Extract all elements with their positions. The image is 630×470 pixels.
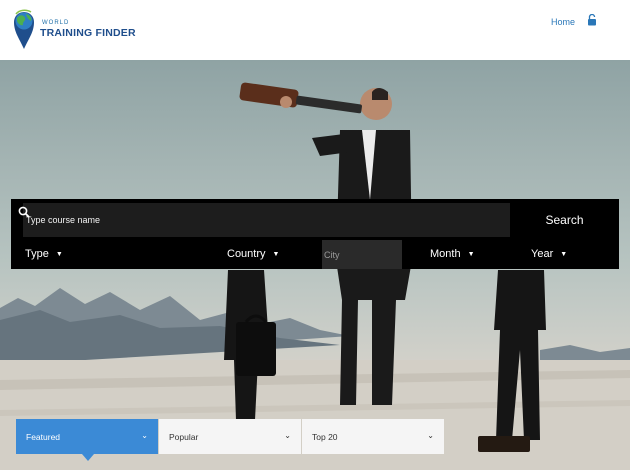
tab-popular-label: Popular [169, 431, 199, 442]
tab-top-20[interactable]: Top 20 ⌄ [302, 419, 444, 454]
logo[interactable]: WORLD TRAINING FINDER [12, 8, 136, 50]
tab-top-20-label: Top 20 [312, 431, 338, 442]
year-dropdown[interactable]: Year ▼ [531, 240, 567, 268]
lock-open-icon[interactable] [587, 14, 597, 26]
site-header: WORLD TRAINING FINDER Home [0, 0, 630, 60]
globe-pin-icon [14, 9, 34, 49]
month-dropdown[interactable]: Month ▼ [430, 240, 475, 268]
tab-featured[interactable]: Featured ⌄ [16, 419, 158, 454]
active-tab-pointer [82, 454, 94, 461]
course-search-input[interactable] [23, 203, 510, 237]
caret-down-icon: ▼ [560, 250, 568, 258]
nav-home-link[interactable]: Home [551, 17, 575, 27]
tab-popular[interactable]: Popular ⌄ [159, 419, 301, 454]
type-dropdown[interactable]: Type ▼ [25, 240, 63, 268]
caret-down-icon: ▼ [55, 250, 63, 258]
caret-down-icon: ▼ [272, 250, 280, 258]
type-dropdown-label: Type [25, 248, 49, 260]
caret-down-icon: ▼ [467, 250, 475, 258]
country-dropdown-label: Country [227, 248, 266, 260]
chevron-down-icon: ⌄ [427, 431, 434, 440]
month-dropdown-label: Month [430, 248, 461, 260]
tab-featured-label: Featured [26, 431, 61, 442]
chevron-down-icon: ⌄ [141, 431, 148, 440]
search-button[interactable]: Search [510, 203, 619, 237]
search-icon [18, 206, 30, 218]
city-input[interactable] [322, 240, 402, 269]
country-dropdown[interactable]: Country ▼ [227, 240, 279, 268]
logo-title: TRAINING FINDER [40, 26, 136, 39]
logo-small-text: WORLD [42, 19, 70, 26]
chevron-down-icon: ⌄ [284, 431, 291, 440]
year-dropdown-label: Year [531, 248, 554, 260]
